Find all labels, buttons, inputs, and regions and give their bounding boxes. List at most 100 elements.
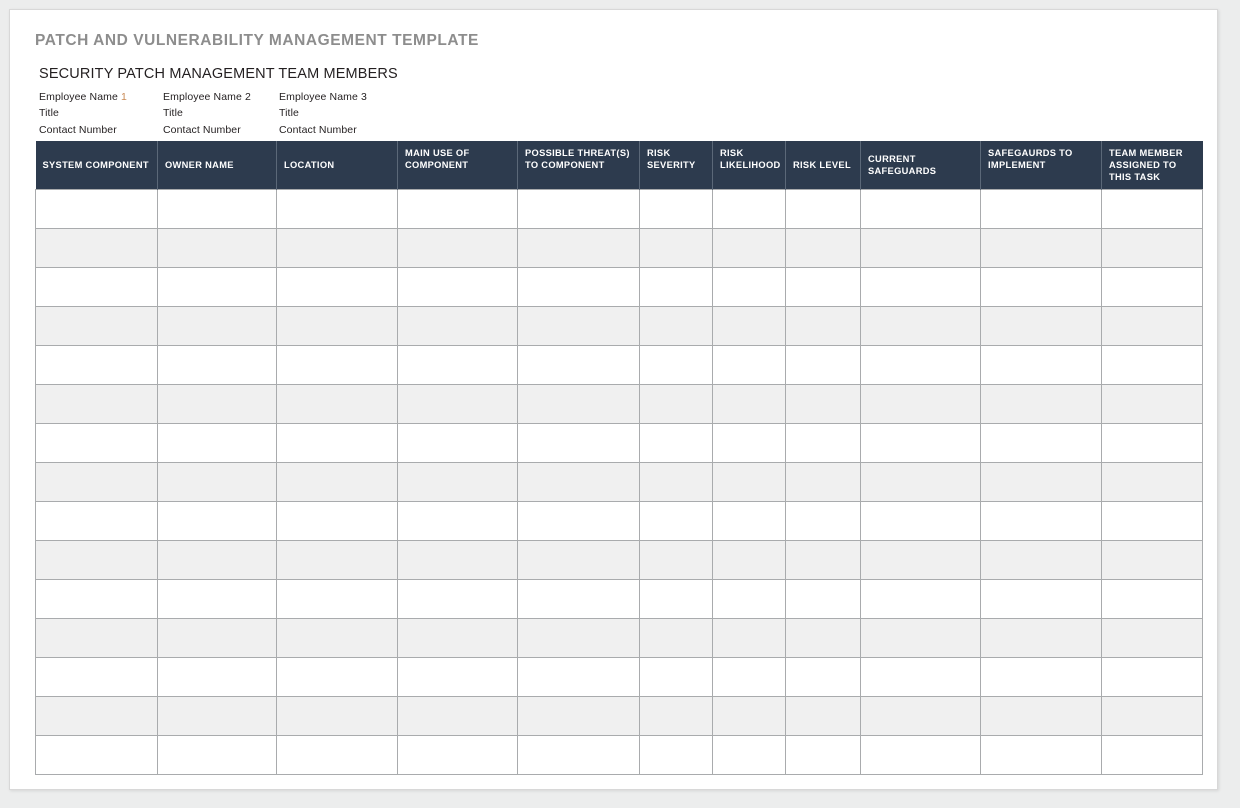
table-cell[interactable] — [157, 657, 277, 697]
table-cell[interactable] — [397, 188, 518, 229]
table-cell[interactable] — [157, 501, 277, 541]
table-cell[interactable] — [712, 462, 786, 502]
table-cell[interactable] — [517, 228, 640, 268]
table-cell[interactable] — [1101, 423, 1203, 463]
table-cell[interactable] — [157, 384, 277, 424]
table-cell[interactable] — [712, 618, 786, 658]
table-cell[interactable] — [980, 735, 1102, 775]
table-cell[interactable] — [517, 540, 640, 580]
table-cell[interactable] — [157, 540, 277, 580]
table-cell[interactable] — [276, 267, 398, 307]
table-cell[interactable] — [712, 423, 786, 463]
table-cell[interactable] — [860, 462, 981, 502]
table-cell[interactable] — [397, 423, 518, 463]
table-cell[interactable] — [980, 345, 1102, 385]
table-cell[interactable] — [785, 618, 861, 658]
table-cell[interactable] — [860, 540, 981, 580]
table-cell[interactable] — [785, 306, 861, 346]
table-cell[interactable] — [1101, 579, 1203, 619]
table-cell[interactable] — [1101, 657, 1203, 697]
table-cell[interactable] — [1101, 384, 1203, 424]
table-cell[interactable] — [517, 579, 640, 619]
table-cell[interactable] — [1101, 501, 1203, 541]
table-cell[interactable] — [1101, 696, 1203, 736]
table-cell[interactable] — [785, 540, 861, 580]
table-cell[interactable] — [1101, 188, 1203, 229]
table-cell[interactable] — [639, 501, 713, 541]
table-cell[interactable] — [785, 423, 861, 463]
table-cell[interactable] — [1101, 267, 1203, 307]
table-cell[interactable] — [35, 579, 158, 619]
table-cell[interactable] — [860, 267, 981, 307]
table-cell[interactable] — [397, 462, 518, 502]
table-cell[interactable] — [1101, 228, 1203, 268]
table-cell[interactable] — [397, 228, 518, 268]
table-cell[interactable] — [980, 384, 1102, 424]
table-cell[interactable] — [980, 540, 1102, 580]
table-cell[interactable] — [785, 657, 861, 697]
table-cell[interactable] — [397, 306, 518, 346]
table-cell[interactable] — [860, 423, 981, 463]
table-cell[interactable] — [980, 462, 1102, 502]
table-cell[interactable] — [712, 188, 786, 229]
table-cell[interactable] — [712, 540, 786, 580]
table-cell[interactable] — [639, 618, 713, 658]
table-cell[interactable] — [860, 501, 981, 541]
table-cell[interactable] — [1101, 540, 1203, 580]
table-cell[interactable] — [276, 540, 398, 580]
table-cell[interactable] — [276, 657, 398, 697]
table-cell[interactable] — [785, 579, 861, 619]
table-cell[interactable] — [276, 501, 398, 541]
table-cell[interactable] — [639, 306, 713, 346]
table-cell[interactable] — [712, 657, 786, 697]
table-cell[interactable] — [785, 228, 861, 268]
table-cell[interactable] — [397, 540, 518, 580]
table-cell[interactable] — [785, 696, 861, 736]
table-cell[interactable] — [1101, 462, 1203, 502]
table-cell[interactable] — [639, 462, 713, 502]
table-cell[interactable] — [980, 306, 1102, 346]
table-cell[interactable] — [276, 188, 398, 229]
table-cell[interactable] — [276, 462, 398, 502]
table-cell[interactable] — [1101, 345, 1203, 385]
table-cell[interactable] — [980, 657, 1102, 697]
table-cell[interactable] — [517, 384, 640, 424]
table-cell[interactable] — [639, 267, 713, 307]
table-cell[interactable] — [517, 501, 640, 541]
table-cell[interactable] — [157, 618, 277, 658]
table-cell[interactable] — [397, 657, 518, 697]
table-cell[interactable] — [517, 188, 640, 229]
table-cell[interactable] — [35, 657, 158, 697]
table-cell[interactable] — [712, 345, 786, 385]
table-cell[interactable] — [276, 735, 398, 775]
table-cell[interactable] — [639, 188, 713, 229]
table-cell[interactable] — [397, 618, 518, 658]
table-cell[interactable] — [276, 579, 398, 619]
table-cell[interactable] — [35, 618, 158, 658]
table-cell[interactable] — [980, 696, 1102, 736]
table-cell[interactable] — [35, 696, 158, 736]
table-cell[interactable] — [860, 228, 981, 268]
table-cell[interactable] — [157, 345, 277, 385]
table-cell[interactable] — [276, 618, 398, 658]
table-cell[interactable] — [639, 579, 713, 619]
table-cell[interactable] — [35, 267, 158, 307]
table-cell[interactable] — [785, 501, 861, 541]
table-cell[interactable] — [980, 618, 1102, 658]
table-cell[interactable] — [157, 267, 277, 307]
table-cell[interactable] — [35, 384, 158, 424]
table-cell[interactable] — [639, 696, 713, 736]
table-cell[interactable] — [785, 345, 861, 385]
table-cell[interactable] — [639, 540, 713, 580]
table-cell[interactable] — [785, 735, 861, 775]
table-cell[interactable] — [980, 423, 1102, 463]
table-cell[interactable] — [860, 188, 981, 229]
table-cell[interactable] — [397, 696, 518, 736]
table-cell[interactable] — [35, 423, 158, 463]
table-cell[interactable] — [639, 423, 713, 463]
table-cell[interactable] — [157, 462, 277, 502]
table-cell[interactable] — [860, 735, 981, 775]
table-cell[interactable] — [712, 735, 786, 775]
table-cell[interactable] — [712, 306, 786, 346]
table-cell[interactable] — [35, 462, 158, 502]
